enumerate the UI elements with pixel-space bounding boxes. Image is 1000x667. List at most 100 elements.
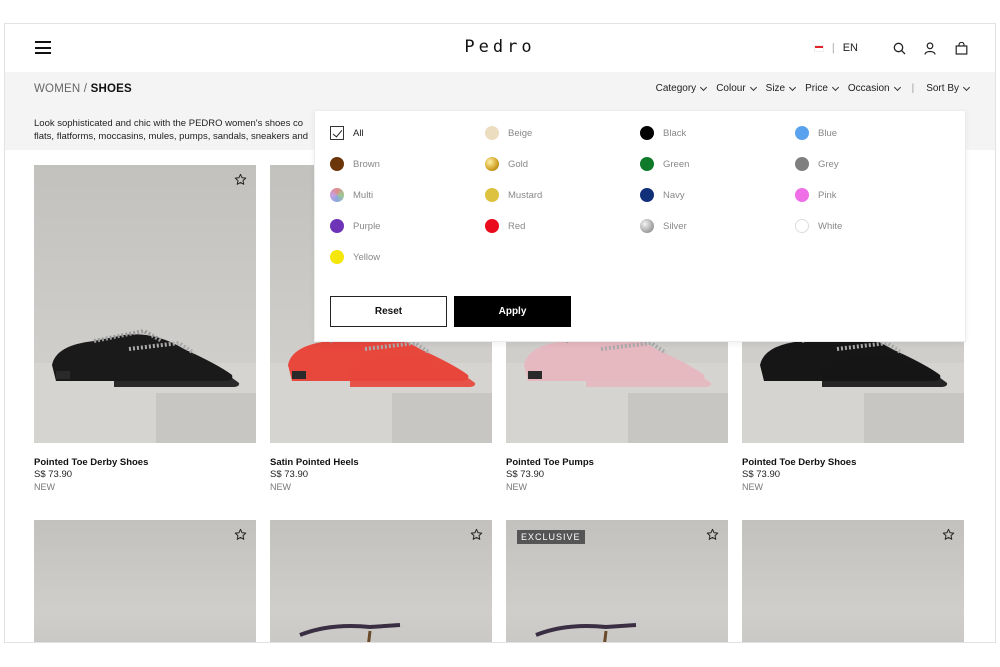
product-name[interactable]: Pointed Toe Pumps <box>506 457 594 468</box>
description-line: Look sophisticated and chic with the PED… <box>34 118 304 129</box>
colour-option-multi[interactable]: Multi <box>330 188 373 202</box>
colour-swatch <box>795 126 809 140</box>
colour-option-brown[interactable]: Brown <box>330 157 380 171</box>
colour-swatch <box>330 188 344 202</box>
wishlist-star-icon[interactable] <box>470 528 484 542</box>
product-image[interactable]: EXCLUSIVE <box>506 520 728 642</box>
colour-option-label: All <box>353 127 364 139</box>
wishlist-star-icon[interactable] <box>234 528 248 542</box>
flag-icon[interactable] <box>813 44 824 52</box>
product-tag: NEW <box>34 482 55 492</box>
chevron-down-icon <box>789 83 797 91</box>
breadcrumb-current: SHOES <box>90 83 132 95</box>
wishlist-star-icon[interactable] <box>234 173 248 187</box>
account-icon[interactable] <box>922 40 938 56</box>
colour-option-mustard[interactable]: Mustard <box>485 188 542 202</box>
colour-option-all[interactable]: All <box>330 126 364 140</box>
reset-button[interactable]: Reset <box>330 296 447 327</box>
colour-swatch <box>330 250 344 264</box>
product-image[interactable] <box>742 520 964 642</box>
wishlist-star-icon[interactable] <box>706 528 720 542</box>
product-price: S$ 73.90 <box>742 469 781 480</box>
colour-swatch <box>640 126 654 140</box>
colour-option-label: Blue <box>818 127 838 139</box>
colour-option-blue[interactable]: Blue <box>795 126 837 140</box>
colour-option-green[interactable]: Green <box>640 157 689 171</box>
colour-option-label: White <box>818 220 843 232</box>
product-price: S$ 73.90 <box>270 469 309 480</box>
colour-option-label: Navy <box>663 189 685 201</box>
colour-swatch <box>640 157 654 171</box>
filter-category[interactable]: Category <box>656 83 708 94</box>
backdrop <box>628 393 728 443</box>
filter-label: Size <box>765 83 786 94</box>
product-tag: NEW <box>270 482 291 492</box>
colour-option-label: Black <box>663 127 687 139</box>
product-name[interactable]: Satin Pointed Heels <box>270 457 359 468</box>
colour-option-silver[interactable]: Silver <box>640 219 687 233</box>
bag-icon[interactable] <box>953 40 969 56</box>
sort-label: Sort By <box>926 83 959 94</box>
category-description: Look sophisticated and chic with the PED… <box>34 117 319 143</box>
colour-swatch <box>485 188 499 202</box>
colour-swatch <box>485 126 499 140</box>
colour-option-navy[interactable]: Navy <box>640 188 685 202</box>
colour-option-purple[interactable]: Purple <box>330 219 380 233</box>
chevron-down-icon <box>962 83 971 91</box>
filter-label: Occasion <box>847 83 890 94</box>
colour-swatch <box>795 157 809 171</box>
colour-swatch <box>795 188 809 202</box>
colour-swatch <box>640 188 654 202</box>
filter-bar: Category Colour Size Price Occasion | So… <box>656 83 971 94</box>
product-name[interactable]: Pointed Toe Derby Shoes <box>742 457 856 468</box>
filter-price[interactable]: Price <box>805 83 839 94</box>
colour-option-label: Red <box>508 220 526 232</box>
product-tag: NEW <box>742 482 763 492</box>
colour-option-black[interactable]: Black <box>640 126 686 140</box>
colour-option-grey[interactable]: Grey <box>795 157 839 171</box>
backdrop <box>156 393 256 443</box>
colour-swatch <box>640 219 654 233</box>
wishlist-star-icon[interactable] <box>942 528 956 542</box>
product-price: S$ 73.90 <box>506 469 545 480</box>
sort-by-dropdown[interactable]: Sort By <box>926 83 971 94</box>
description-line: flats, flatforms, moccasins, mules, pump… <box>34 131 309 142</box>
colour-option-label: Brown <box>353 158 380 170</box>
language-selector[interactable]: EN <box>843 42 858 54</box>
apply-button[interactable]: Apply <box>454 296 571 327</box>
colour-swatch <box>485 157 499 171</box>
colour-option-red[interactable]: Red <box>485 219 525 233</box>
colour-option-white[interactable]: White <box>795 219 842 233</box>
breadcrumb: WOMEN / SHOES <box>34 83 132 95</box>
product-price: S$ 73.90 <box>34 469 73 480</box>
filter-size[interactable]: Size <box>765 83 797 94</box>
colour-option-label: Multi <box>353 189 374 201</box>
sandal-strap <box>535 623 637 642</box>
chevron-down-icon <box>749 83 757 91</box>
chevron-down-icon <box>700 83 708 91</box>
colour-option-pink[interactable]: Pink <box>795 188 836 202</box>
divider: | <box>911 83 915 94</box>
colour-swatch <box>330 219 344 233</box>
header-actions: | EN <box>813 39 969 57</box>
product-image[interactable] <box>270 520 492 642</box>
breadcrumb-parent[interactable]: WOMEN <box>34 83 80 95</box>
filter-occasion[interactable]: Occasion <box>847 83 901 94</box>
filter-label: Price <box>805 83 828 94</box>
product-image[interactable] <box>34 165 256 443</box>
chevron-down-icon <box>893 83 901 91</box>
colour-option-label: Pink <box>818 189 837 201</box>
product-name[interactable]: Pointed Toe Derby Shoes <box>34 457 148 468</box>
product-image[interactable] <box>34 520 256 642</box>
search-icon[interactable] <box>891 40 907 56</box>
colour-option-beige[interactable]: Beige <box>485 126 532 140</box>
colour-option-label: Beige <box>508 127 533 139</box>
breadcrumb-separator: / <box>83 83 88 95</box>
colour-option-gold[interactable]: Gold <box>485 157 528 171</box>
colour-option-label: Silver <box>663 220 687 232</box>
filter-colour[interactable]: Colour <box>716 83 757 94</box>
colour-option-yellow[interactable]: Yellow <box>330 250 380 264</box>
product-tag: NEW <box>506 482 527 492</box>
exclusive-badge: EXCLUSIVE <box>517 530 585 544</box>
colour-option-label: Grey <box>818 158 839 170</box>
